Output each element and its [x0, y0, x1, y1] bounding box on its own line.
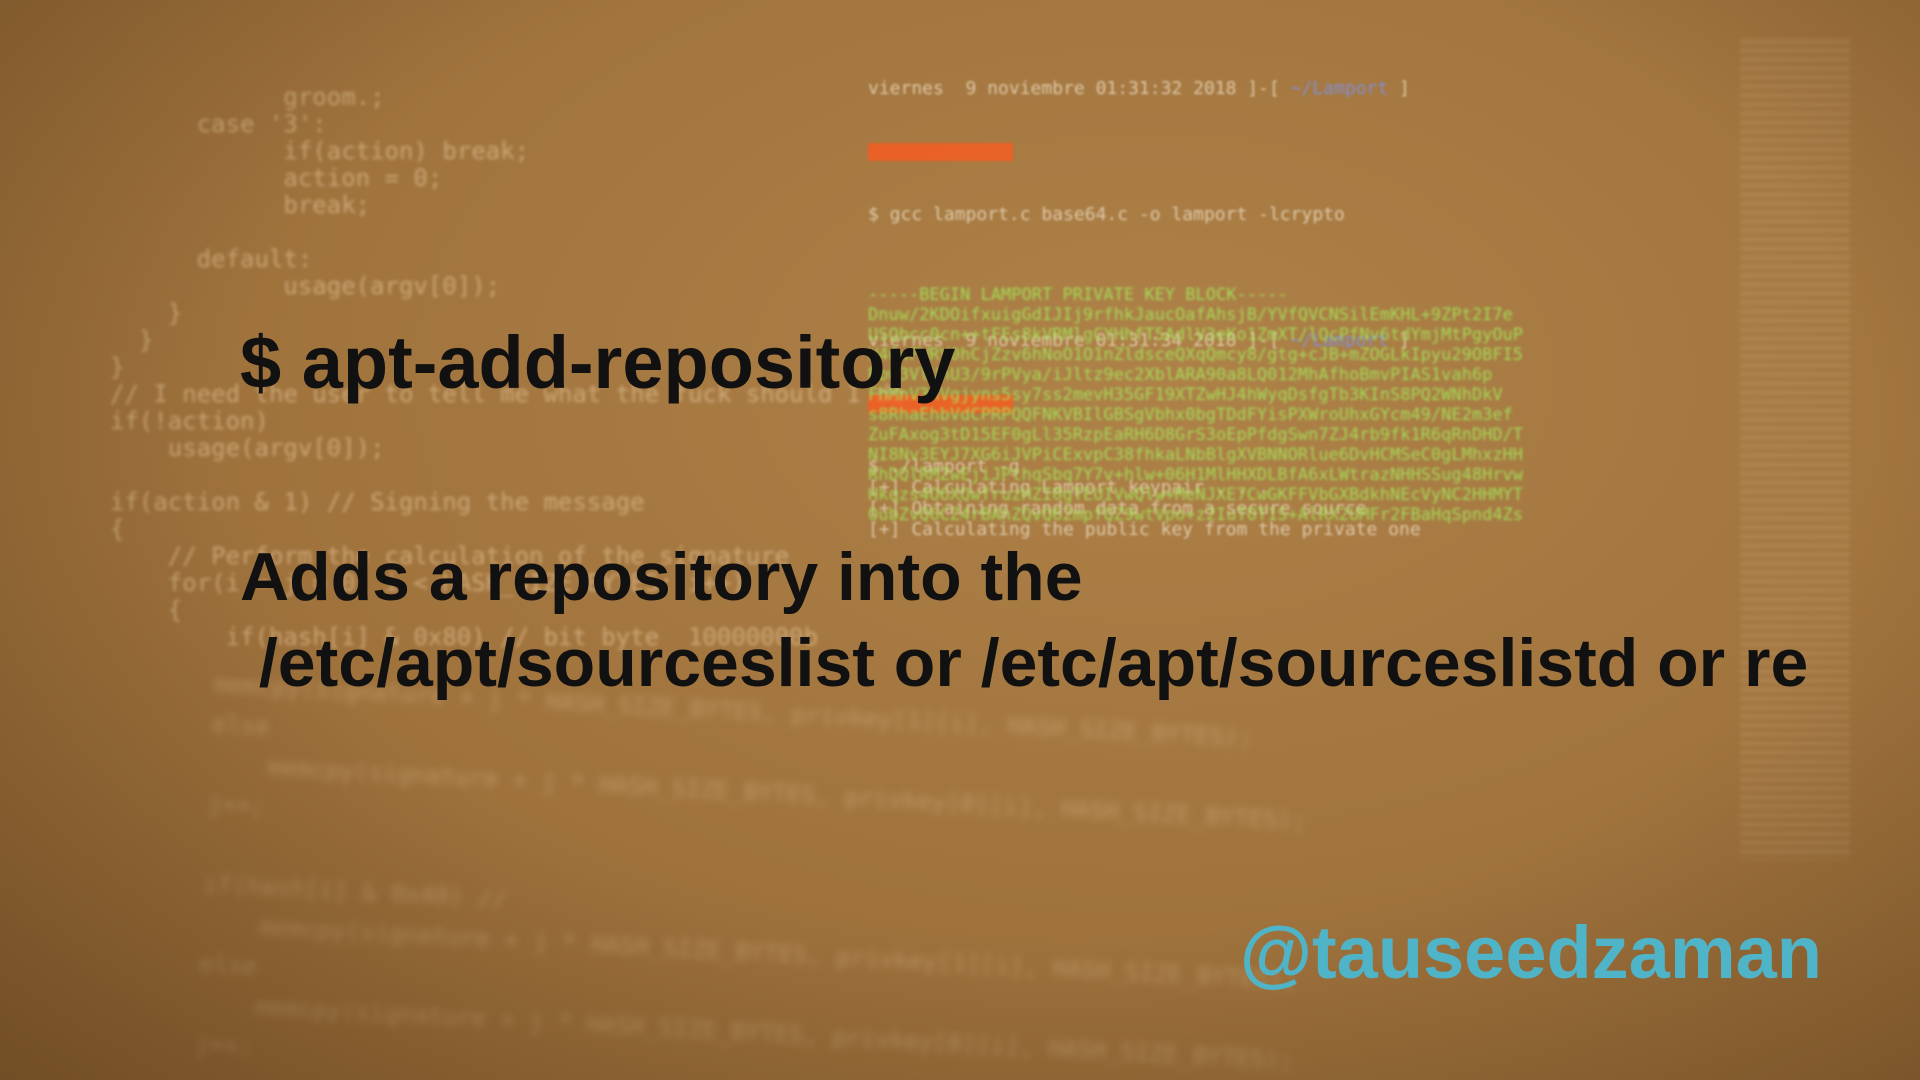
- command-title: $ apt-add-repository: [240, 321, 956, 404]
- terminal-command: $ gcc lamport.c base64.c -o lamport -lcr…: [868, 204, 1345, 225]
- terminal-path: ~/Lamport: [1290, 78, 1389, 99]
- description-line-2: /etc/apt/sourceslist or /etc/apt/sources…: [240, 625, 1809, 701]
- terminal-prompt-bar: [868, 141, 1421, 162]
- wallpaper-canvas: groom.; case '3': if(action) break; acti…: [0, 0, 1920, 1080]
- editor-minimap: [1740, 40, 1850, 860]
- terminal-header-line: viernes 9 noviembre 01:31:32 2018 ]-[ ~/…: [868, 78, 1410, 99]
- command-description: Adds a repository into the /etc/apt/sour…: [240, 534, 1920, 706]
- background-code-lower: memcpy(signature + j * HASH_SIZE_BYTES, …: [194, 669, 1308, 1075]
- description-line-1: Adds a repository into the: [240, 539, 1083, 615]
- author-handle: @tauseedzaman: [1239, 911, 1822, 994]
- private-key-block: -----BEGIN LAMPORT PRIVATE KEY BLOCK----…: [868, 285, 1524, 525]
